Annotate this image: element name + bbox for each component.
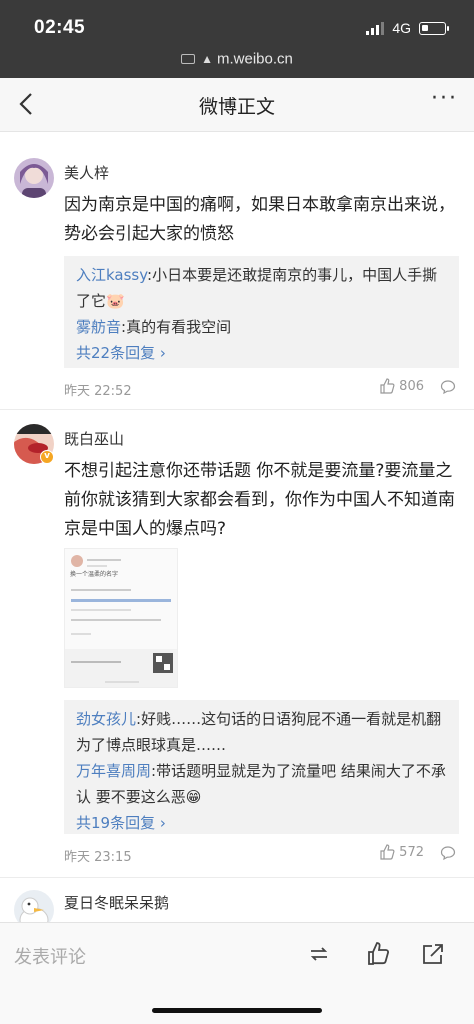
comment-item: v 既白巫山 不想引起注意你还带话题 你不就是要流量?要流量之前你就该猜到大家都… — [0, 410, 474, 878]
repost-icon[interactable] — [306, 941, 332, 967]
reply-username[interactable]: 劲女孩儿 — [76, 710, 136, 728]
comment-image[interactable]: 换一个温柔的名字 — [64, 548, 178, 688]
home-indicator — [152, 1008, 322, 1013]
status-indicators: 4G — [366, 20, 449, 36]
comment-username[interactable]: 夏日冬眠呆呆鹅 — [64, 892, 169, 913]
signal-icon — [366, 21, 385, 35]
reply-count[interactable]: 共19条回复 — [76, 814, 155, 832]
like-button[interactable]: 572 — [379, 844, 424, 860]
thumbs-up-icon — [380, 378, 395, 394]
tab-icon[interactable] — [181, 54, 196, 65]
reply-text: :真的有看我空间 — [121, 318, 232, 336]
image-caption: 换一个温柔的名字 — [70, 571, 119, 578]
reply-item: 入江kassy:小日本要是还敢提南京的事儿，中国人手撕了它🐷 — [76, 262, 447, 314]
url-bar[interactable]: ▲ m.weibo.cn — [0, 50, 474, 68]
like-count: 572 — [399, 844, 424, 860]
chevron-right-icon: › — [155, 814, 166, 832]
comment-item: 夏日冬眠呆呆鹅 — [0, 878, 474, 930]
thumbs-up-icon — [380, 844, 395, 860]
reply-username[interactable]: 雾舫音 — [76, 318, 121, 336]
comment-username[interactable]: 美人梓 — [64, 162, 109, 183]
comment-icon[interactable] — [440, 379, 456, 395]
reply-box[interactable]: 入江kassy:小日本要是还敢提南京的事儿，中国人手撕了它🐷 雾舫音:真的有看我… — [64, 256, 459, 368]
reply-count-link[interactable]: 共22条回复 › — [76, 340, 447, 366]
comment-time: 昨天 23:15 — [64, 850, 132, 865]
url-text[interactable]: m.weibo.cn — [217, 51, 293, 68]
reply-item: 万年喜周周:带话题明显就是为了流量吧 结果闹大了不承认 要不要这么恶😁 — [76, 758, 447, 810]
status-time: 02:45 — [34, 17, 86, 38]
more-icon[interactable]: ··· — [431, 86, 458, 111]
network-type: 4G — [392, 20, 411, 36]
reply-count[interactable]: 共22条回复 — [76, 344, 155, 362]
nav-bar: 微博正文 ··· — [0, 78, 474, 132]
comment-username[interactable]: 既白巫山 — [64, 428, 124, 449]
bottom-action-bar: 发表评论 — [0, 922, 474, 1024]
reply-item: 雾舫音:真的有看我空间 — [76, 314, 447, 340]
reply-username[interactable]: 万年喜周周 — [76, 762, 151, 780]
thumbs-up-icon[interactable] — [366, 941, 392, 967]
verified-badge-icon: v — [40, 450, 54, 464]
comment-time: 昨天 22:52 — [64, 384, 132, 399]
comment-text: 因为南京是中国的痛啊，如果日本敢拿南京出来说，势必会引起大家的愤怒 — [64, 195, 455, 244]
battery-icon — [419, 21, 449, 35]
avatar[interactable] — [14, 158, 54, 198]
like-count: 806 — [399, 378, 424, 394]
reply-username[interactable]: 入江kassy — [76, 266, 147, 284]
chevron-right-icon: › — [155, 344, 166, 362]
reply-box[interactable]: 劲女孩儿:好贱……这句话的日语狗屁不通一看就是机翻 为了博点眼球真是…… 万年喜… — [64, 700, 459, 834]
reply-item: 劲女孩儿:好贱……这句话的日语狗屁不通一看就是机翻 为了博点眼球真是…… — [76, 706, 447, 758]
reply-count-link[interactable]: 共19条回复 › — [76, 810, 447, 836]
lock-icon: ▲ — [201, 52, 213, 67]
page-title: 微博正文 — [198, 96, 275, 118]
browser-top-bar: 02:45 4G ▲ m.weibo.cn — [0, 0, 474, 78]
comment-item: 美人梓 因为南京是中国的痛啊，如果日本敢拿南京出来说，势必会引起大家的愤怒 入江… — [0, 132, 474, 410]
share-icon[interactable] — [420, 941, 446, 967]
comment-icon[interactable] — [440, 845, 456, 861]
compose-comment-input[interactable]: 发表评论 — [14, 943, 86, 969]
like-button[interactable]: 806 — [379, 378, 424, 394]
comment-text: 不想引起注意你还带话题 你不就是要流量?要流量之前你就该猜到大家都会看到，你作为… — [64, 461, 455, 539]
